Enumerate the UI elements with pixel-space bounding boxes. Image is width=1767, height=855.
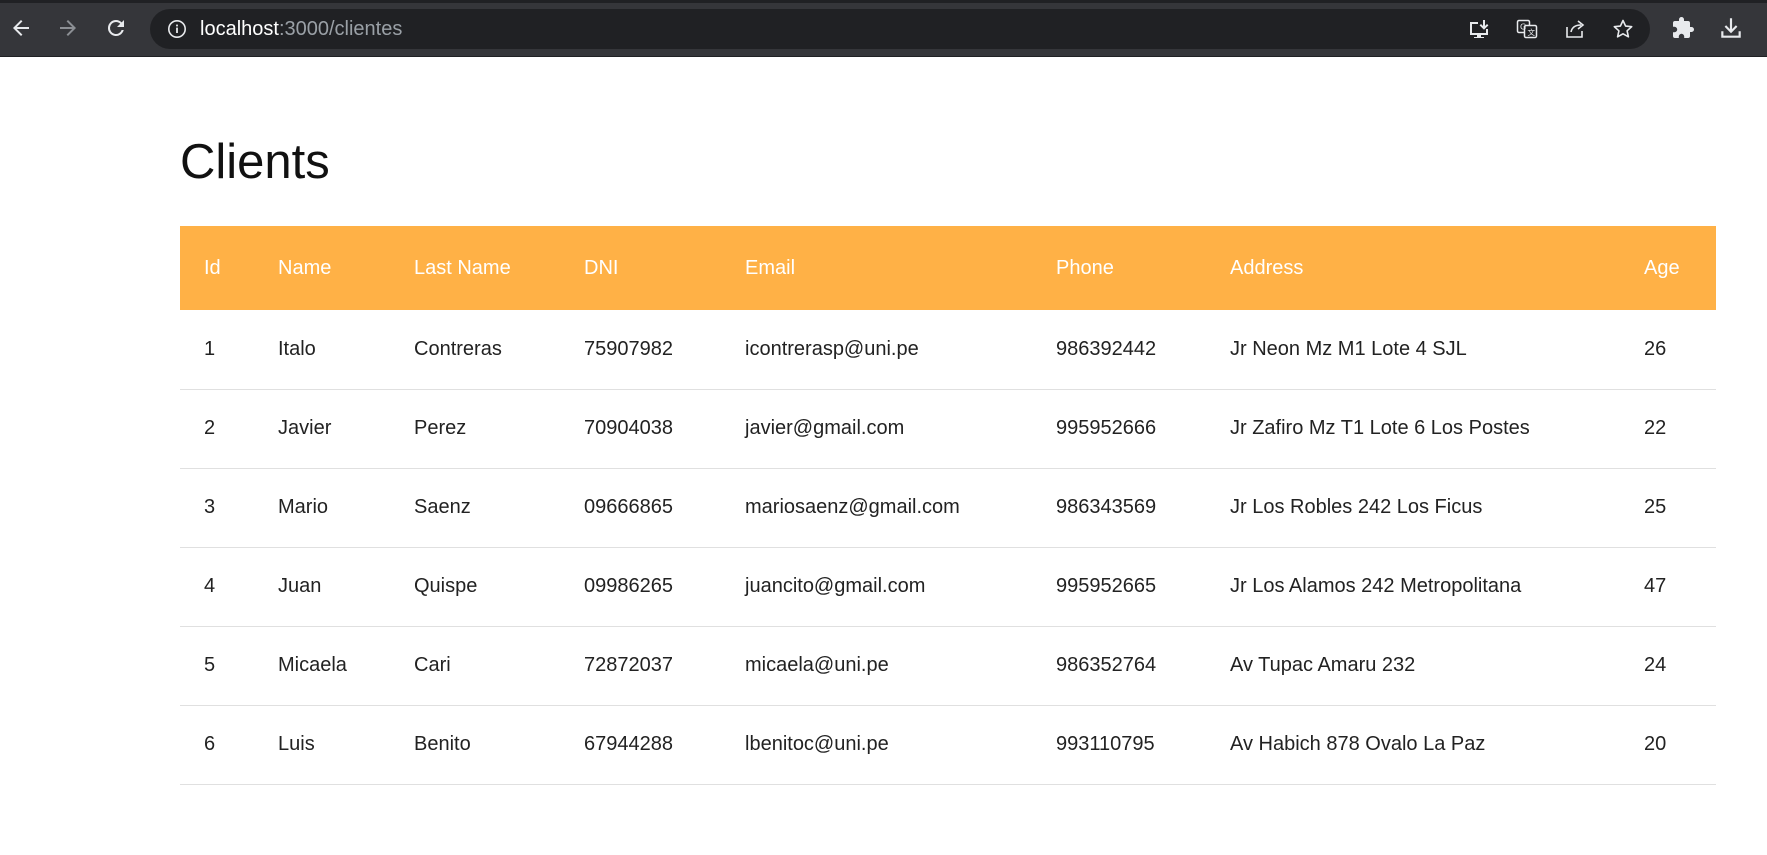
cell-last-name: Benito bbox=[414, 733, 471, 755]
translate-button[interactable]: G 文 bbox=[1514, 16, 1540, 42]
column-header-dni: DNI bbox=[584, 256, 619, 279]
bookmark-button[interactable] bbox=[1610, 16, 1636, 42]
forward-button[interactable] bbox=[50, 10, 86, 46]
cell-last-name: Quispe bbox=[414, 575, 478, 597]
arrow-left-icon bbox=[13, 20, 29, 36]
table-row: 6 Luis Benito 67944288 lbenitoc@uni.pe 9… bbox=[180, 705, 1716, 784]
cell-dni: 75907982 bbox=[584, 337, 673, 360]
cell-email: juancito@gmail.com bbox=[745, 575, 926, 597]
cell-id: 3 bbox=[204, 496, 216, 518]
cell-address: Av Tupac Amaru 232 bbox=[1230, 654, 1416, 676]
table-header-row: Id Name Last Name DNI Email Phone Addres… bbox=[180, 226, 1716, 310]
downloads-button[interactable] bbox=[1716, 13, 1746, 43]
column-header-last-name: Last Name bbox=[414, 256, 511, 279]
cell-name: Luis bbox=[278, 733, 315, 755]
share-button[interactable] bbox=[1562, 16, 1588, 42]
page-title: Clients bbox=[180, 135, 330, 189]
cell-name: Mario bbox=[278, 496, 329, 518]
reload-icon bbox=[107, 19, 124, 36]
cell-phone: 995952666 bbox=[1056, 417, 1157, 439]
table-row: 5 Micaela Cari 72872037 micaela@uni.pe 9… bbox=[180, 626, 1716, 705]
column-header-email: Email bbox=[745, 256, 796, 279]
cell-email: lbenitoc@uni.pe bbox=[745, 733, 889, 755]
translate-icon: G 文 bbox=[1516, 19, 1538, 39]
tab-strip-edge bbox=[0, 0, 1767, 3]
download-icon bbox=[1721, 18, 1741, 38]
browser-toolbar: localhost:3000/clientes G 文 bbox=[0, 0, 1767, 57]
address-bar[interactable]: localhost:3000/clientes G 文 bbox=[150, 9, 1650, 49]
cell-phone: 986352764 bbox=[1056, 654, 1157, 676]
back-button[interactable] bbox=[3, 10, 39, 46]
cell-age: 20 bbox=[1644, 733, 1667, 755]
cell-phone: 993110795 bbox=[1056, 733, 1155, 755]
cell-id: 4 bbox=[204, 575, 216, 597]
install-app-icon bbox=[1470, 20, 1489, 38]
cell-id: 5 bbox=[204, 654, 216, 676]
star-icon bbox=[1613, 19, 1633, 38]
svg-text:文: 文 bbox=[1528, 27, 1536, 37]
reload-button[interactable] bbox=[98, 10, 134, 46]
arrow-right-icon bbox=[60, 20, 76, 36]
column-header-id: Id bbox=[204, 256, 221, 279]
column-header-address: Address bbox=[1230, 256, 1304, 279]
table-row: 4 Juan Quispe 09986265 juancito@gmail.co… bbox=[180, 547, 1716, 626]
cell-id: 6 bbox=[204, 733, 216, 755]
url-text[interactable]: localhost:3000/clientes bbox=[200, 18, 402, 40]
cell-last-name: Contreras bbox=[414, 337, 502, 360]
url-path: :3000/clientes bbox=[278, 18, 403, 40]
table-row: 2 Javier Perez 70904038 javier@gmail.com… bbox=[180, 389, 1716, 468]
cell-last-name: Perez bbox=[414, 417, 467, 439]
column-header-phone: Phone bbox=[1056, 256, 1114, 279]
cell-dni: 72872037 bbox=[584, 654, 673, 676]
cell-dni: 09666865 bbox=[584, 496, 673, 518]
svg-text:G: G bbox=[1520, 23, 1526, 32]
extensions-button[interactable] bbox=[1668, 13, 1698, 43]
cell-name: Juan bbox=[278, 575, 322, 597]
table-row: 1 Italo Contreras 75907982 icontrerasp@u… bbox=[180, 310, 1716, 389]
cell-name: Micaela bbox=[278, 654, 347, 676]
cell-last-name: Cari bbox=[414, 654, 451, 676]
cell-address: Jr Los Alamos 242 Metropolitana bbox=[1230, 575, 1522, 597]
cell-age: 22 bbox=[1644, 417, 1667, 439]
cell-address: Av Habich 878 Ovalo La Paz bbox=[1230, 733, 1486, 755]
cell-age: 25 bbox=[1644, 496, 1667, 518]
cell-email: micaela@uni.pe bbox=[745, 654, 889, 676]
cell-age: 26 bbox=[1644, 337, 1667, 360]
column-header-name: Name bbox=[278, 256, 332, 279]
cell-address: Jr Zafiro Mz T1 Lote 6 Los Postes bbox=[1230, 417, 1530, 439]
cell-id: 2 bbox=[204, 417, 216, 439]
puzzle-icon bbox=[1673, 17, 1694, 38]
cell-phone: 995952665 bbox=[1056, 575, 1157, 597]
install-app-button[interactable] bbox=[1466, 16, 1492, 42]
url-host: localhost bbox=[200, 18, 279, 40]
cell-address: Jr Los Robles 242 Los Ficus bbox=[1230, 496, 1483, 518]
cell-id: 1 bbox=[204, 337, 216, 360]
cell-phone: 986343569 bbox=[1056, 496, 1157, 518]
cell-age: 24 bbox=[1644, 654, 1667, 676]
cell-address: Jr Neon Mz M1 Lote 4 SJL bbox=[1230, 337, 1467, 360]
column-header-age: Age bbox=[1644, 256, 1680, 279]
cell-dni: 67944288 bbox=[584, 733, 673, 755]
table-row: 3 Mario Saenz 09666865 mariosaenz@gmail.… bbox=[180, 468, 1716, 547]
cell-name: Javier bbox=[278, 417, 332, 439]
cell-dni: 70904038 bbox=[584, 417, 673, 439]
cell-age: 47 bbox=[1644, 575, 1667, 597]
cell-email: javier@gmail.com bbox=[745, 417, 905, 439]
cell-dni: 09986265 bbox=[584, 575, 673, 597]
info-icon[interactable] bbox=[167, 19, 187, 39]
cell-email: mariosaenz@gmail.com bbox=[745, 496, 960, 518]
clients-table: Id Name Last Name DNI Email Phone Addres… bbox=[180, 226, 1716, 785]
cell-last-name: Saenz bbox=[414, 496, 471, 518]
share-icon bbox=[1566, 20, 1585, 38]
cell-email: icontrerasp@uni.pe bbox=[745, 337, 919, 360]
cell-phone: 986392442 bbox=[1056, 337, 1157, 360]
cell-name: Italo bbox=[278, 337, 316, 360]
